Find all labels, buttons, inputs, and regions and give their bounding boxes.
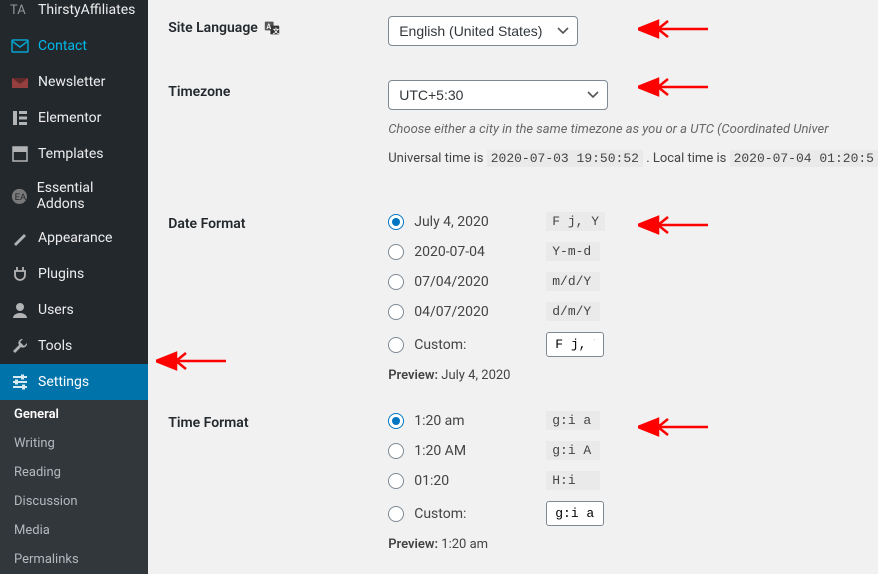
date-format-radio-custom[interactable] — [388, 337, 404, 353]
menu-label: Plugins — [38, 266, 84, 282]
sidebar-item-tools[interactable]: Tools — [0, 328, 148, 364]
date-format-option-code: F j, Y — [546, 212, 605, 231]
sidebar-item-templates[interactable]: Templates — [0, 136, 148, 172]
sidebar-item-newsletter[interactable]: Newsletter — [0, 64, 148, 100]
menu-label: Settings — [38, 374, 89, 390]
svg-text:文: 文 — [273, 26, 280, 35]
translate-icon: A文 — [264, 20, 280, 36]
time-format-preview: Preview: 1:20 am — [388, 537, 878, 552]
time-format-radio-custom[interactable] — [388, 506, 404, 522]
menu-label: Essential Addons — [37, 180, 138, 212]
wrench-icon — [10, 336, 30, 356]
timezone-label: Timezone — [168, 80, 388, 100]
time-format-option-code: g:i A — [546, 441, 600, 460]
svg-text:TA: TA — [10, 3, 26, 18]
sidebar-item-settings[interactable]: Settings — [0, 364, 148, 400]
submenu-item-media[interactable]: Media — [0, 516, 148, 545]
time-format-option-label[interactable]: 1:20 am — [414, 413, 536, 429]
date-format-option-code: Y-m-d — [546, 242, 600, 261]
sidebar-item-appearance[interactable]: Appearance — [0, 220, 148, 256]
menu-label: ThirstyAffiliates — [38, 2, 135, 18]
plug-icon — [10, 264, 30, 284]
date-format-radio-3[interactable] — [388, 304, 404, 320]
date-format-option-label[interactable]: 07/04/2020 — [414, 274, 536, 290]
sidebar-item-essential-addons[interactable]: EA Essential Addons — [0, 172, 148, 220]
menu-label: Elementor — [38, 110, 101, 126]
addon-icon: EA — [10, 186, 29, 206]
brush-icon — [10, 228, 30, 248]
date-format-custom-label[interactable]: Custom: — [414, 337, 536, 353]
templates-icon — [10, 144, 30, 164]
menu-label: Templates — [38, 146, 104, 162]
sidebar-item-contact[interactable]: Contact — [0, 28, 148, 64]
time-format-option-code: H:i — [546, 471, 600, 490]
timezone-timeinfo: Universal time is 2020-07-03 19:50:52 . … — [388, 151, 878, 166]
time-format-custom-label[interactable]: Custom: — [414, 506, 536, 522]
menu-label: Appearance — [38, 230, 112, 246]
submenu-item-general[interactable]: General — [0, 400, 148, 429]
date-format-option-label[interactable]: 2020-07-04 — [414, 244, 536, 260]
submenu-item-reading[interactable]: Reading — [0, 458, 148, 487]
svg-text:A: A — [266, 22, 271, 31]
sidebar-item-thirstyaffiliates[interactable]: TA ThirstyAffiliates — [0, 0, 148, 28]
time-format-radio-2[interactable] — [388, 473, 404, 489]
timezone-description: Choose either a city in the same timezon… — [388, 122, 878, 137]
time-format-option-label[interactable]: 01:20 — [414, 473, 536, 489]
date-format-option-label[interactable]: 04/07/2020 — [414, 304, 536, 320]
submenu-item-discussion[interactable]: Discussion — [0, 487, 148, 516]
date-format-preview: Preview: July 4, 2020 — [388, 368, 878, 383]
sidebar-item-plugins[interactable]: Plugins — [0, 256, 148, 292]
svg-text:EA: EA — [15, 192, 26, 203]
time-format-radio-1[interactable] — [388, 443, 404, 459]
submenu-item-writing[interactable]: Writing — [0, 429, 148, 458]
settings-submenu: General Writing Reading Discussion Media… — [0, 400, 148, 574]
date-format-option-label[interactable]: July 4, 2020 — [414, 214, 536, 230]
date-format-radio-0[interactable] — [388, 214, 404, 230]
submenu-item-permalinks[interactable]: Permalinks — [0, 545, 148, 574]
mail-icon — [10, 36, 30, 56]
menu-label: Newsletter — [38, 74, 105, 90]
local-time-value: 2020-07-04 01:20:5 — [730, 150, 878, 167]
link-icon: TA — [10, 0, 30, 20]
timezone-select[interactable]: UTC+5:30 — [388, 80, 608, 110]
admin-sidebar: TA ThirstyAffiliates Contact Newsletter … — [0, 0, 148, 563]
date-format-label: Date Format — [168, 212, 388, 232]
sliders-icon — [10, 372, 30, 392]
time-format-option-code: g:i a — [546, 411, 600, 430]
envelope-open-icon — [10, 72, 30, 92]
elementor-icon — [10, 108, 30, 128]
menu-label: Users — [38, 302, 74, 318]
time-format-radio-0[interactable] — [388, 413, 404, 429]
time-format-custom-input[interactable] — [546, 501, 604, 526]
time-format-label: Time Format — [168, 411, 388, 431]
sidebar-item-elementor[interactable]: Elementor — [0, 100, 148, 136]
sidebar-item-users[interactable]: Users — [0, 292, 148, 328]
date-format-option-code: d/m/Y — [546, 302, 600, 321]
menu-label: Tools — [38, 338, 72, 354]
date-format-radio-1[interactable] — [388, 244, 404, 260]
date-format-radio-2[interactable] — [388, 274, 404, 290]
user-icon — [10, 300, 30, 320]
date-format-custom-input[interactable] — [546, 332, 604, 357]
universal-time-value: 2020-07-03 19:50:52 — [487, 150, 643, 167]
menu-label: Contact — [38, 38, 87, 54]
date-format-option-code: m/d/Y — [546, 272, 600, 291]
time-format-option-label[interactable]: 1:20 AM — [414, 443, 536, 459]
site-language-select[interactable]: English (United States) — [388, 16, 578, 46]
settings-general-form: Site Language A文 English (United States)… — [148, 0, 878, 563]
site-language-label: Site Language A文 — [168, 16, 388, 36]
